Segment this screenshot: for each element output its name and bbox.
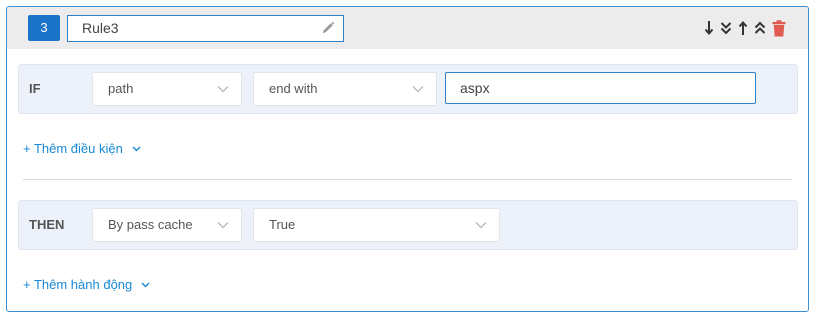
divider — [23, 179, 792, 180]
condition-value-input[interactable]: aspx — [445, 72, 756, 104]
arrow-down-icon[interactable] — [704, 20, 714, 36]
arrow-up-icon[interactable] — [738, 20, 748, 36]
action-value-select[interactable]: True — [253, 208, 500, 242]
chevron-down-icon — [132, 146, 141, 152]
chevron-down-icon — [141, 282, 150, 288]
if-condition-row: IF path end with aspx — [18, 64, 798, 114]
operator-select[interactable]: end with — [253, 72, 437, 106]
double-chevron-down-icon[interactable] — [720, 20, 732, 36]
rule-number-badge: 3 — [28, 15, 60, 41]
chevron-down-icon — [217, 86, 229, 93]
condition-value: aspx — [460, 80, 490, 96]
trash-icon[interactable] — [772, 19, 786, 37]
rule-name-input[interactable]: Rule3 — [67, 15, 344, 42]
add-condition-label: + Thêm điều kiện — [23, 141, 123, 156]
field-select[interactable]: path — [92, 72, 242, 106]
action-value-select-value: True — [269, 217, 296, 232]
chevron-down-icon — [412, 86, 424, 93]
add-action-label: + Thêm hành động — [23, 277, 133, 292]
then-label: THEN — [29, 217, 65, 232]
chevron-down-icon — [217, 222, 229, 229]
pencil-icon[interactable] — [321, 21, 335, 35]
add-action-link[interactable]: + Thêm hành động — [23, 277, 150, 292]
then-action-row: THEN By pass cache True — [18, 200, 798, 250]
double-chevron-up-icon[interactable] — [754, 20, 766, 36]
rule-card: 3 Rule3 IF path end with aspx + Thêm điề… — [6, 6, 809, 312]
rule-header: 3 Rule3 — [7, 7, 808, 49]
if-label: IF — [29, 81, 41, 96]
add-condition-link[interactable]: + Thêm điều kiện — [23, 141, 141, 156]
action-select[interactable]: By pass cache — [92, 208, 242, 242]
chevron-down-icon — [475, 222, 487, 229]
operator-select-value: end with — [269, 81, 318, 96]
rule-actions — [704, 19, 786, 37]
field-select-value: path — [108, 81, 134, 96]
rule-name-value: Rule3 — [82, 20, 119, 36]
action-select-value: By pass cache — [108, 217, 193, 232]
